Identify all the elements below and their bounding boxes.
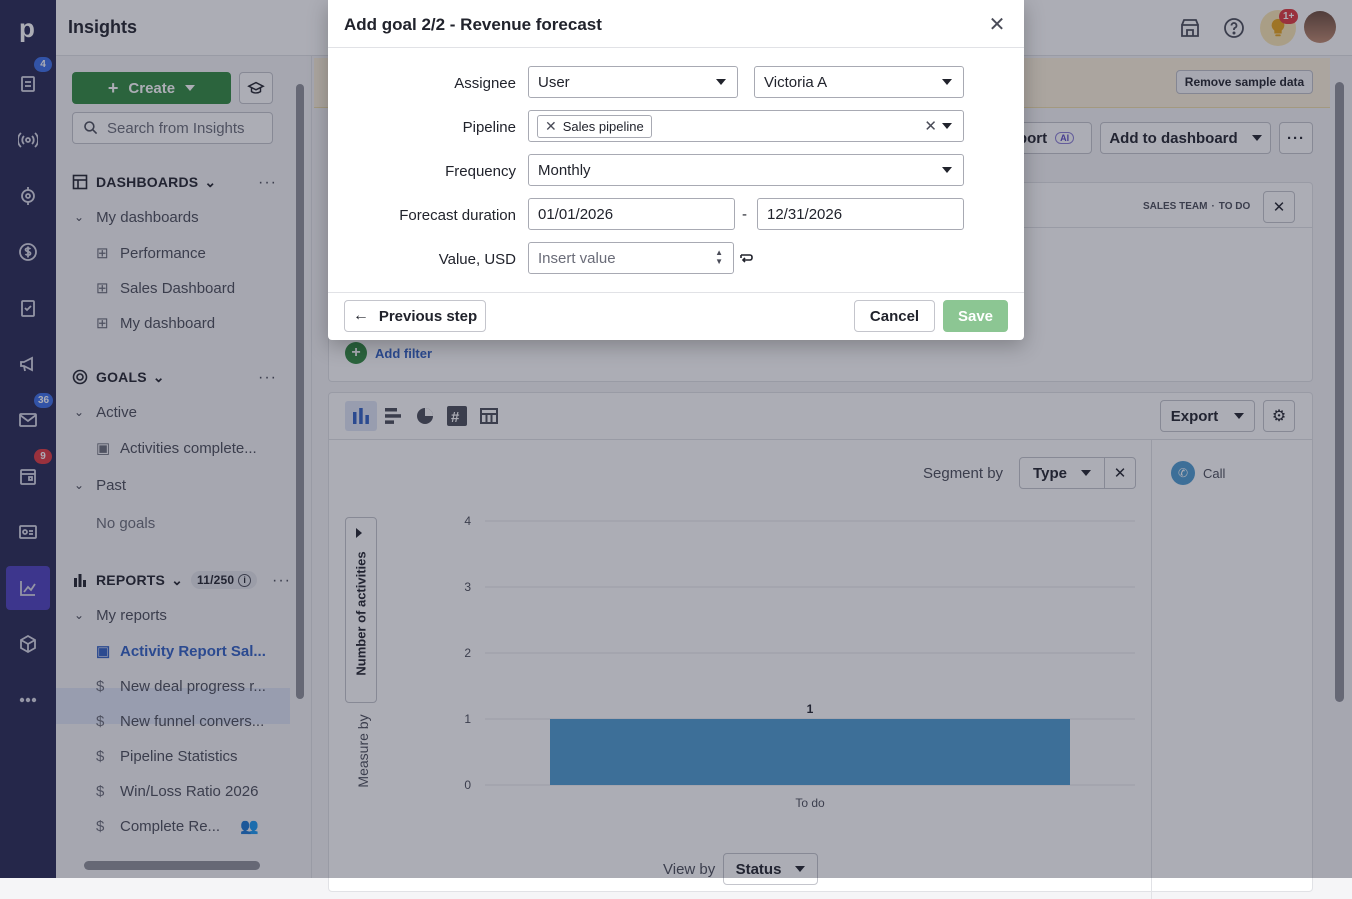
duration-start-value: 01/01/2026 — [538, 205, 614, 223]
frequency-value: Monthly — [538, 161, 591, 179]
remove-tag-icon[interactable]: ✕ — [545, 118, 557, 135]
pipeline-label: Pipeline — [462, 119, 516, 136]
assignee-type-value: User — [538, 73, 570, 91]
assignee-user-value: Victoria A — [764, 73, 828, 91]
chevron-down-icon — [942, 79, 952, 85]
previous-step-label: Previous step — [378, 307, 478, 325]
cancel-button[interactable]: Cancel — [854, 300, 935, 332]
add-goal-dialog: Add goal 2/2 - Revenue forecast ✕ Assign… — [328, 0, 1024, 340]
duration-separator: - — [742, 206, 747, 223]
duration-end-input[interactable]: 12/31/2026 — [757, 198, 964, 230]
pipeline-multiselect[interactable]: ✕ Sales pipeline ✕ — [528, 110, 964, 142]
frequency-label: Frequency — [445, 163, 516, 180]
duration-end-value: 12/31/2026 — [767, 205, 843, 223]
chevron-down-icon — [942, 167, 952, 173]
forecast-duration-label: Forecast duration — [399, 207, 516, 224]
assignee-user-select[interactable]: Victoria A — [754, 66, 964, 98]
chevron-down-icon — [942, 123, 952, 129]
dialog-title: Add goal 2/2 - Revenue forecast — [344, 15, 602, 34]
previous-step-button[interactable]: ← Previous step — [344, 300, 486, 332]
number-stepper-icon[interactable]: ▲ ▼ — [715, 248, 723, 266]
chevron-down-icon — [716, 79, 726, 85]
currency-converter-icon[interactable] — [737, 249, 755, 267]
frequency-select[interactable]: Monthly — [528, 154, 964, 186]
value-placeholder: Insert value — [538, 249, 616, 267]
close-dialog-icon[interactable]: ✕ — [986, 13, 1008, 36]
arrow-left-icon: ← — [352, 307, 369, 324]
assignee-label: Assignee — [454, 75, 516, 92]
pipeline-tag-label: Sales pipeline — [562, 118, 644, 134]
pipeline-tag[interactable]: ✕ Sales pipeline — [537, 114, 652, 138]
clear-pipeline-icon[interactable]: ✕ — [924, 117, 937, 135]
save-button[interactable]: Save — [943, 300, 1008, 332]
value-usd-label: Value, USD — [438, 251, 516, 268]
assignee-type-select[interactable]: User — [528, 66, 738, 98]
duration-start-input[interactable]: 01/01/2026 — [528, 198, 735, 230]
value-input[interactable]: Insert value ▲ ▼ — [528, 242, 734, 274]
